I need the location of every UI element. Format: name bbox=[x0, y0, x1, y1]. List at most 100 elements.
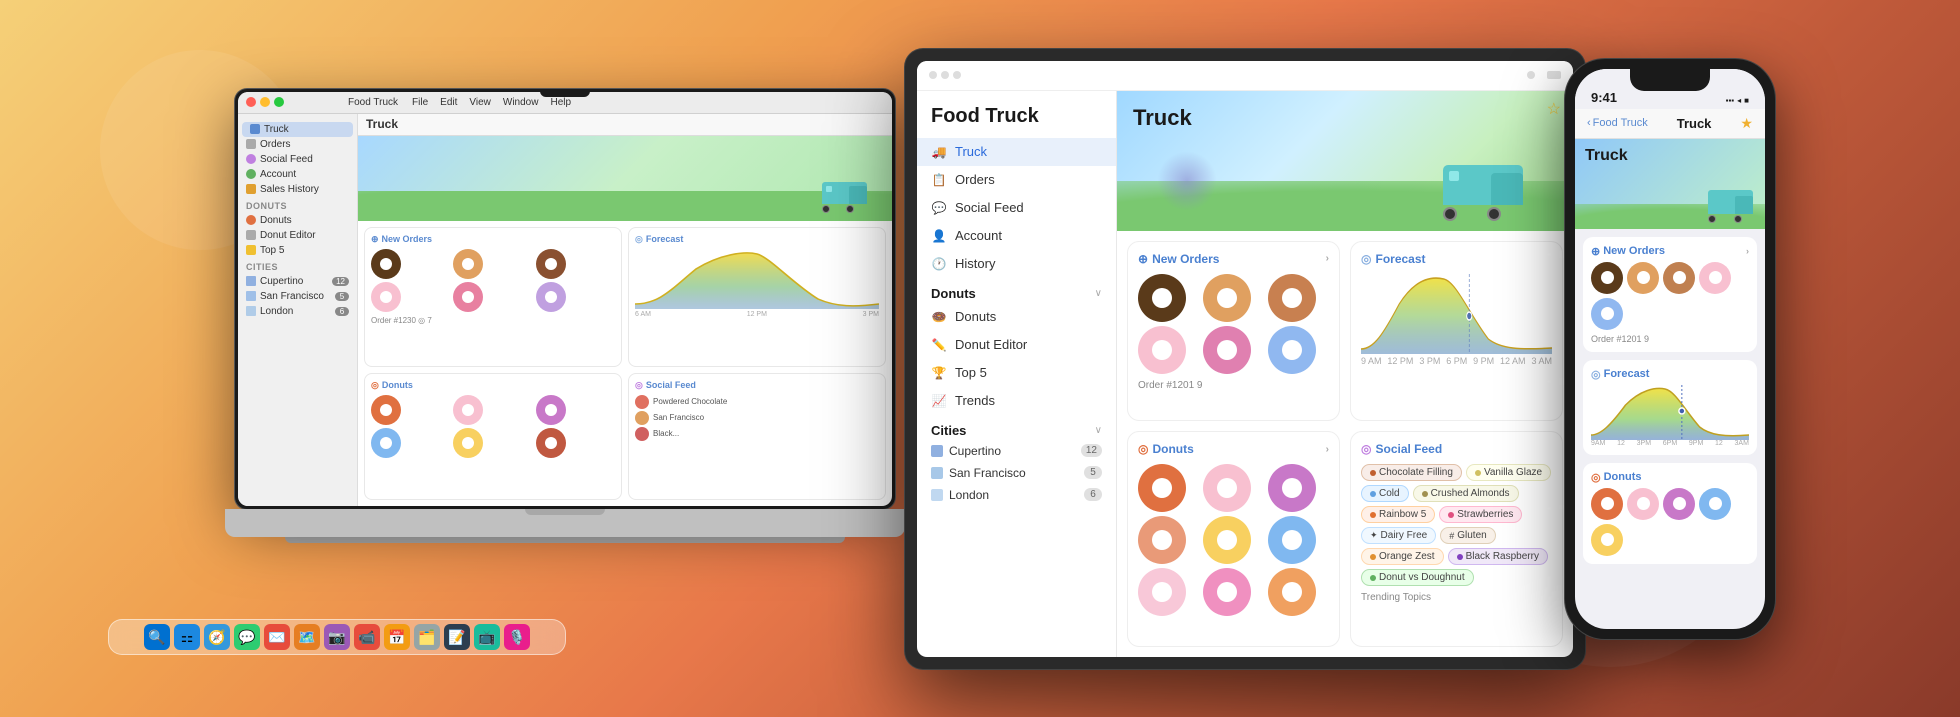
mac-nav-donut-editor[interactable]: Donut Editor bbox=[238, 228, 357, 243]
ipad-order-donut-1 bbox=[1138, 274, 1186, 322]
mac-social-text-1: Powdered Chocolate bbox=[653, 397, 727, 406]
ipad-tag-strawberry[interactable]: Strawberries bbox=[1439, 506, 1522, 523]
ipad-tag-black-label: Black Raspberry bbox=[1466, 551, 1539, 562]
ipad-tag-rainbow-label: Rainbow 5 bbox=[1379, 509, 1426, 520]
ipad-donuts-chevron[interactable]: › bbox=[1326, 444, 1329, 455]
mac-social-avatar-2 bbox=[635, 411, 649, 425]
iphone-orders-chevron[interactable]: › bbox=[1746, 246, 1749, 256]
ipad-hero-mountain bbox=[1157, 151, 1217, 211]
ipad-city-london[interactable]: London 6 bbox=[917, 484, 1116, 506]
ipad-tag-gluten-hash: # bbox=[1449, 531, 1454, 541]
mac-nav-donuts[interactable]: Donuts bbox=[238, 213, 357, 228]
mac-nav-history-label: Sales History bbox=[260, 184, 319, 195]
ipad-nav-social[interactable]: 💬 Social Feed bbox=[917, 194, 1116, 222]
mac-minimize-dot[interactable] bbox=[260, 97, 270, 107]
ipad-nav-donuts-label: Donuts bbox=[955, 309, 996, 324]
ipad-nav-trends[interactable]: 📈 Trends bbox=[917, 387, 1116, 415]
ipad-tag-almonds-dot bbox=[1422, 491, 1428, 497]
ipad-tag-cold[interactable]: Cold bbox=[1361, 485, 1409, 502]
ipad-tag-rainbow[interactable]: Rainbow 5 bbox=[1361, 506, 1435, 523]
ipad-tag-black[interactable]: Black Raspberry bbox=[1448, 548, 1548, 565]
social-panel-icon: ◎ bbox=[635, 380, 643, 391]
iphone-order-donut-1 bbox=[1591, 262, 1623, 294]
london-icon bbox=[246, 306, 256, 316]
mac-menu-file[interactable]: File bbox=[412, 97, 428, 108]
ipad-tag-chocolate-label: Chocolate Filling bbox=[1379, 467, 1453, 478]
ipad-orders-icon: 📋 bbox=[931, 172, 947, 188]
mac-nav-orders-label: Orders bbox=[260, 139, 291, 150]
mac-social-text-3: Black... bbox=[653, 429, 679, 438]
mac-nav-donut-editor-label: Donut Editor bbox=[260, 230, 316, 241]
ipad-signal-dots bbox=[929, 71, 961, 79]
mac-maximize-dot[interactable] bbox=[274, 97, 284, 107]
iphone-notch bbox=[1630, 69, 1710, 91]
social-icon bbox=[246, 154, 256, 164]
ipad-city-cupertino[interactable]: Cupertino 12 bbox=[917, 440, 1116, 462]
mac-city-cupertino[interactable]: Cupertino 12 bbox=[238, 274, 357, 289]
ipad-tag-dairy[interactable]: ✦ Dairy Free bbox=[1361, 527, 1436, 544]
mac-city-cupertino-badge: 12 bbox=[332, 277, 349, 286]
mac-nav-top5[interactable]: Top 5 bbox=[238, 243, 357, 258]
iphone-scroll[interactable]: ⊕ New Orders › Order #1201 9 bbox=[1575, 229, 1765, 629]
ipad-city-sf[interactable]: San Francisco 5 bbox=[917, 462, 1116, 484]
ipad-cupertino-icon bbox=[931, 445, 943, 457]
mac-nav-social[interactable]: Social Feed bbox=[238, 152, 357, 167]
mac-menu-window[interactable]: Window bbox=[503, 97, 539, 108]
ipad-tag-vanilla-label: Vanilla Glaze bbox=[1484, 467, 1542, 478]
mac-menu-edit[interactable]: Edit bbox=[440, 97, 457, 108]
ipad-star-button[interactable]: ☆ bbox=[1547, 99, 1561, 119]
ipad-nav-orders[interactable]: 📋 Orders bbox=[917, 166, 1116, 194]
ipad-tag-vanilla[interactable]: Vanilla Glaze bbox=[1466, 464, 1551, 481]
ipad-hero-title: Truck bbox=[1133, 105, 1192, 131]
mac-city-london[interactable]: London 6 bbox=[238, 304, 357, 319]
iphone-back-chevron: ‹ bbox=[1587, 117, 1591, 129]
mac-close-dot[interactable] bbox=[246, 97, 256, 107]
ipad-orders-panel-icon: ⊕ bbox=[1138, 252, 1148, 266]
ipad-top5-icon: 🏆 bbox=[931, 365, 947, 381]
mac-city-sf[interactable]: San Francisco 5 bbox=[238, 289, 357, 304]
mac-hero bbox=[358, 136, 892, 221]
mac-nav-history[interactable]: Sales History bbox=[238, 182, 357, 197]
ipad-nav-top5[interactable]: 🏆 Top 5 bbox=[917, 359, 1116, 387]
ipad-orders-chevron[interactable]: › bbox=[1326, 253, 1329, 264]
mac-forecast-times: 6 AM12 PM3 PM bbox=[635, 311, 879, 318]
iphone-nav-bar: ‹ Food Truck Truck ★ bbox=[1575, 109, 1765, 139]
ipad-tag-chocolate[interactable]: Chocolate Filling bbox=[1361, 464, 1462, 481]
iphone-orders-icon: ⊕ bbox=[1591, 245, 1600, 258]
mac-nav-account[interactable]: Account bbox=[238, 167, 357, 182]
ipad-tag-donut-label: Donut vs Doughnut bbox=[1379, 572, 1465, 583]
iphone-star-button[interactable]: ★ bbox=[1740, 115, 1753, 132]
ipad-section-donuts-header[interactable]: Donuts ∨ bbox=[917, 278, 1116, 303]
ipad-trends-icon: 📈 bbox=[931, 393, 947, 409]
ipad-tag-donut[interactable]: Donut vs Doughnut bbox=[1361, 569, 1474, 586]
mac-donut-d2 bbox=[453, 395, 483, 425]
ipad-section-cities-header[interactable]: Cities ∨ bbox=[917, 415, 1116, 440]
mac-nav-orders[interactable]: Orders bbox=[238, 137, 357, 152]
mac-menu-help[interactable]: Help bbox=[550, 97, 571, 108]
ipad-tag-orange[interactable]: Orange Zest bbox=[1361, 548, 1444, 565]
ipad-social-tags: Chocolate Filling Vanilla Glaze Cold bbox=[1361, 464, 1552, 586]
ipad-tag-dairy-label: Dairy Free bbox=[1381, 530, 1428, 541]
mac-sidebar: Truck Orders Social Feed Account bbox=[238, 114, 358, 506]
ipad-tag-almonds[interactable]: Crushed Almonds bbox=[1413, 485, 1519, 502]
ipad-nav-donuts[interactable]: 🍩 Donuts bbox=[917, 303, 1116, 331]
ipad-nav-account[interactable]: 👤 Account bbox=[917, 222, 1116, 250]
ipad-app-title: Food Truck bbox=[917, 101, 1116, 138]
mac-panel-orders: ⊕ New Orders bbox=[364, 227, 622, 367]
iphone-inner: 9:41 ▪▪▪ ◂ ■ ‹ Food Truck Truck ★ bbox=[1575, 69, 1765, 629]
ipad-nav-donut-editor[interactable]: ✏️ Donut Editor bbox=[917, 331, 1116, 359]
mac-menu-view[interactable]: View bbox=[469, 97, 491, 108]
ipad-nav-truck[interactable]: 🚚 Truck bbox=[917, 138, 1116, 166]
iphone-forecast-times: 9AM123PM6PM9PM123AM bbox=[1591, 440, 1749, 447]
ipad-donut-8 bbox=[1203, 568, 1251, 616]
ipad-city-london-label: London bbox=[949, 488, 989, 502]
iphone-battery-icon: ■ bbox=[1744, 96, 1749, 105]
ipad-donut-7 bbox=[1138, 568, 1186, 616]
iphone-back-button[interactable]: ‹ Food Truck bbox=[1587, 117, 1648, 129]
ipad-nav-history[interactable]: 🕐 History bbox=[917, 250, 1116, 278]
ipad-tag-gluten[interactable]: # Gluten bbox=[1440, 527, 1495, 544]
donuts-panel-icon: ◎ bbox=[371, 380, 379, 391]
iphone-forecast-title: ◎ Forecast bbox=[1591, 368, 1749, 381]
mac-nav-truck[interactable]: Truck bbox=[242, 122, 353, 137]
dock-finder[interactable]: 🔍 bbox=[144, 624, 170, 650]
